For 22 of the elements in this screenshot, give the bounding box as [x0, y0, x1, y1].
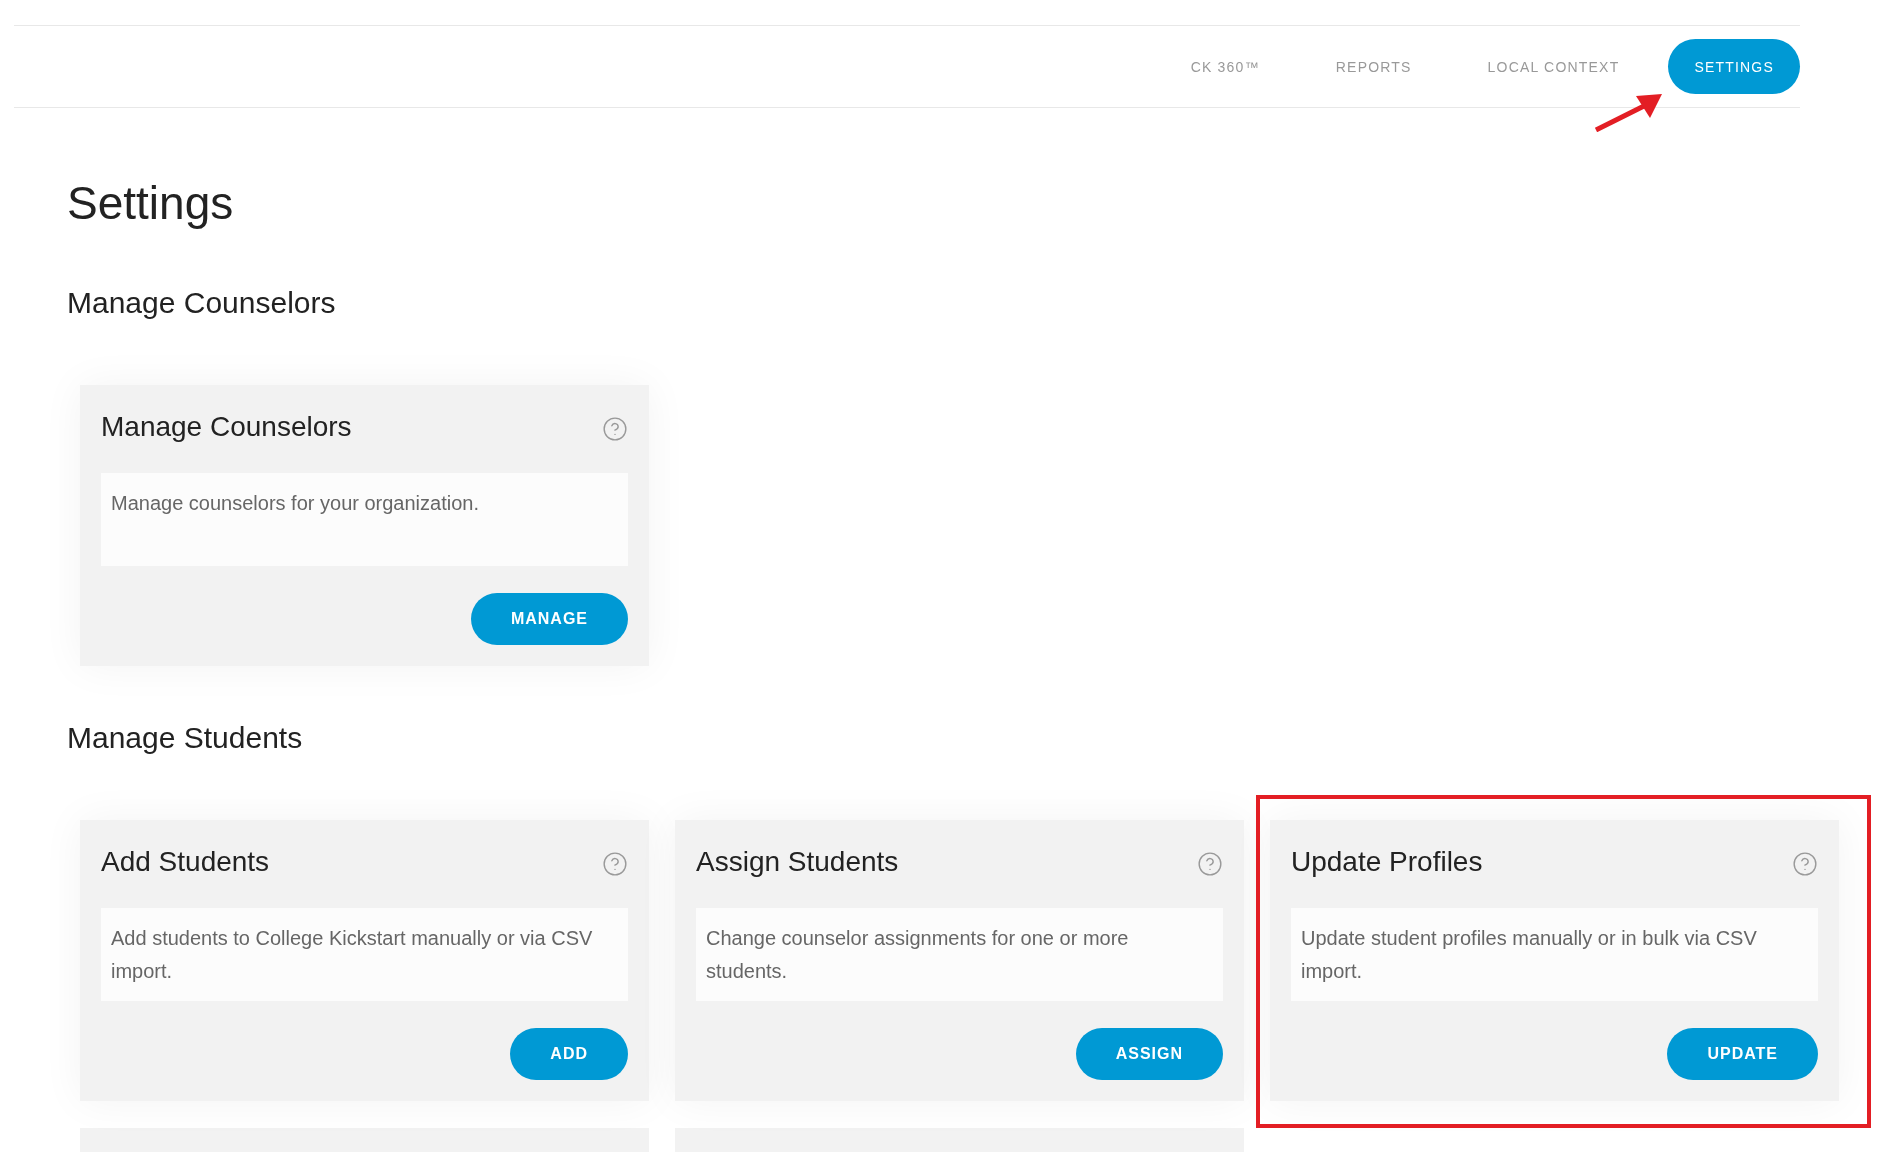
nav-tab[interactable]: LOCAL CONTEXT	[1460, 39, 1647, 94]
help-icon[interactable]	[602, 416, 628, 442]
page-title: Settings	[67, 176, 235, 231]
nav-tab[interactable]: REPORTS	[1308, 39, 1439, 94]
help-icon[interactable]	[1792, 851, 1818, 877]
card-description: Change counselor assignments for one or more students.	[696, 908, 1223, 1001]
card-title: Add Students	[101, 846, 270, 878]
card-action-button[interactable]: UPDATE	[1667, 1028, 1818, 1080]
section-heading: Manage Students	[67, 720, 304, 756]
section-heading: Manage Counselors	[67, 285, 337, 321]
card-title: Manage Counselors	[101, 411, 352, 443]
nav-tab[interactable]: CK 360™	[1163, 39, 1287, 94]
card-description: Add students to College Kickstart manually or via CSV import.	[101, 908, 628, 1001]
card-title: Assign Students	[696, 846, 899, 878]
help-icon[interactable]	[1197, 851, 1223, 877]
card-action-button[interactable]: ASSIGN	[1075, 1028, 1223, 1080]
card-description: Update student profiles manually or in bulk via CSV import.	[1291, 908, 1818, 1001]
help-icon[interactable]	[602, 851, 628, 877]
card-action-button[interactable]: ADD	[510, 1028, 628, 1080]
card-description: Manage counselors for your organization.	[101, 473, 628, 566]
card-action-button[interactable]: MANAGE	[470, 593, 628, 645]
card-title: Update Profiles	[1291, 846, 1483, 878]
